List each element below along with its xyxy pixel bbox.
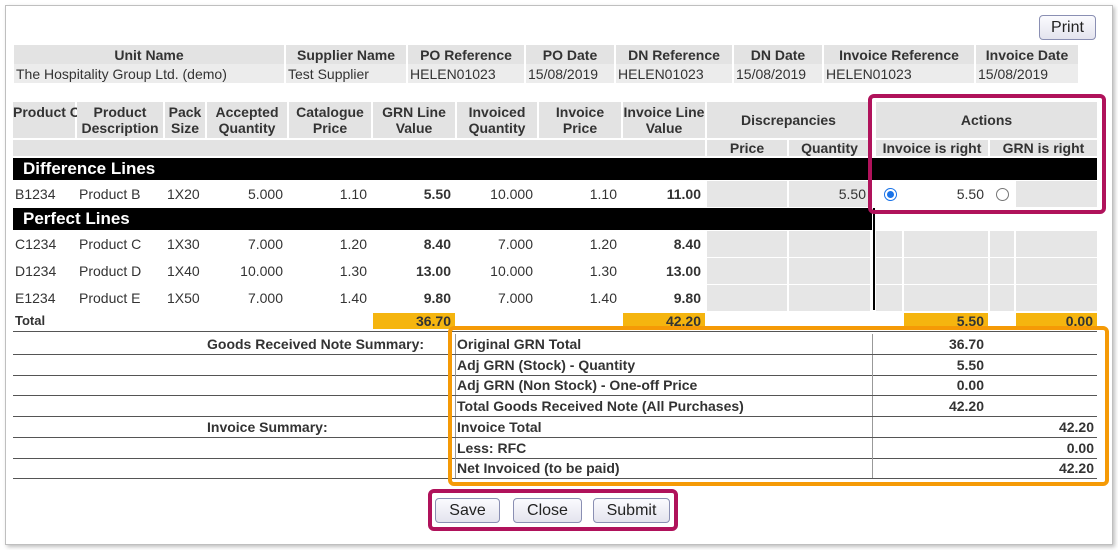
- cell-desc: Product C: [79, 236, 142, 252]
- col-dn-date: DN Date: [734, 45, 822, 64]
- cell-action-invoice-value: [904, 231, 988, 257]
- cell-invv: 9.80: [673, 290, 701, 306]
- col-po-reference: PO Reference: [408, 45, 524, 64]
- cell-pack: 1X40: [167, 263, 200, 279]
- cell-invq: 7.000: [497, 290, 533, 306]
- cell-invv: 13.00: [665, 263, 701, 279]
- perfect-lines-band: Perfect Lines: [13, 208, 872, 230]
- unit-name-value: The Hospitality Group Ltd. (demo): [14, 64, 284, 83]
- submit-button[interactable]: Submit: [593, 498, 670, 523]
- cell-cat: 1.30: [339, 263, 367, 279]
- save-button[interactable]: Save: [435, 498, 500, 523]
- dn-reference-value: HELEN01023: [616, 64, 732, 83]
- hdr-product-code: Product Code: [13, 102, 105, 138]
- hdr-invoice-price: Invoice Price: [539, 102, 621, 138]
- po-date-value: 15/08/2019: [526, 64, 614, 83]
- col-supplier-name: Supplier Name: [286, 45, 406, 64]
- hdr-spacer: [13, 140, 705, 156]
- hdr-pack-size: Pack Size: [165, 102, 205, 138]
- hdr-grn-line-value: GRN Line Value: [373, 102, 455, 138]
- total-label: Total: [15, 313, 46, 328]
- cell-action-invoice-radio: [876, 231, 902, 257]
- hdr-accepted-quantity: Accepted Quantity: [207, 102, 287, 138]
- hdr-discrepancies: Discrepancies: [707, 102, 870, 138]
- cell-action-invoice-radio: [876, 258, 902, 284]
- cell-acc: 10.000: [240, 263, 283, 279]
- cell-code: D1234: [15, 263, 57, 279]
- cell-pack: 1X20: [167, 186, 200, 202]
- total-grn: 36.70: [373, 313, 455, 329]
- cell-invp: 1.20: [589, 236, 617, 252]
- cell-action-grn-radio: [990, 285, 1014, 311]
- cell-disc-qty: 5.50: [789, 181, 870, 207]
- cell-disc-qty: [789, 231, 870, 257]
- cell-action-invoice-value: [904, 258, 988, 284]
- cell-disc-qty: [789, 285, 870, 311]
- cell-grn: 8.40: [423, 236, 451, 252]
- cell-desc: Product D: [79, 263, 142, 279]
- cell-cat: 1.20: [339, 236, 367, 252]
- supplier-name-value: Test Supplier: [286, 64, 406, 83]
- cell-action-invoice-value: [904, 285, 988, 311]
- actions-divider: [873, 208, 875, 310]
- cell-invq: 10.000: [490, 263, 533, 279]
- cell-invv: 8.40: [673, 236, 701, 252]
- dn-date-value: 15/08/2019: [734, 64, 822, 83]
- invoice-reference-value: HELEN01023: [824, 64, 974, 83]
- cell-disc-price: [707, 285, 787, 311]
- cell-action-invoice-radio: [876, 285, 902, 311]
- cell-acc: 7.000: [247, 290, 283, 306]
- cell-desc: Product E: [79, 290, 141, 306]
- cell-invp: 1.10: [589, 186, 617, 202]
- cell-invp: 1.30: [589, 263, 617, 279]
- close-button[interactable]: Close: [513, 498, 582, 523]
- cell-grn: 9.80: [423, 290, 451, 306]
- col-unit-name: Unit Name: [14, 45, 284, 64]
- col-invoice-reference: Invoice Reference: [824, 45, 974, 64]
- cell-invq: 10.000: [490, 186, 533, 202]
- cell-acc: 7.000: [247, 236, 283, 252]
- col-dn-reference: DN Reference: [616, 45, 732, 64]
- cell-action-grn-value: [1016, 258, 1097, 284]
- cell-code: C1234: [15, 236, 57, 252]
- actions-highlight: [868, 94, 1106, 214]
- cell-grn: 5.50: [423, 186, 451, 202]
- hdr-catalogue-price: Catalogue Price: [289, 102, 371, 138]
- hdr-product-description: Product Description: [77, 102, 163, 138]
- cell-action-grn-radio: [990, 258, 1014, 284]
- cell-grn: 13.00: [415, 263, 451, 279]
- cell-cat: 1.40: [339, 290, 367, 306]
- cell-invp: 1.40: [589, 290, 617, 306]
- po-reference-value: HELEN01023: [408, 64, 524, 83]
- document-header: Unit Name Supplier Name PO Reference PO …: [12, 45, 1080, 83]
- col-po-date: PO Date: [526, 45, 614, 64]
- cell-invv: 11.00: [666, 186, 701, 202]
- invoice-summary-heading: Invoice Summary:: [207, 419, 328, 435]
- cell-invq: 7.000: [497, 236, 533, 252]
- cell-code: E1234: [15, 290, 56, 306]
- grn-summary-heading: Goods Received Note Summary:: [207, 336, 425, 352]
- cell-acc: 5.000: [247, 186, 283, 202]
- cell-pack: 1X30: [167, 236, 200, 252]
- cell-cat: 1.10: [339, 186, 367, 202]
- hdr-disc-quantity: Quantity: [789, 140, 870, 156]
- print-button[interactable]: Print: [1039, 15, 1096, 40]
- cell-disc-price: [707, 231, 787, 257]
- cell-action-grn-value: [1016, 231, 1097, 257]
- cell-disc-price: [707, 258, 787, 284]
- cell-code: B1234: [15, 186, 56, 202]
- hdr-disc-price: Price: [707, 140, 787, 156]
- cell-disc-qty: [789, 258, 870, 284]
- invoice-date-value: 15/08/2019: [976, 64, 1078, 83]
- cell-pack: 1X50: [167, 290, 200, 306]
- hdr-invoiced-quantity: Invoiced Quantity: [457, 102, 537, 138]
- cell-action-grn-value: [1016, 285, 1097, 311]
- cell-desc: Product B: [79, 186, 141, 202]
- hdr-invoice-line-value: Invoice Line Value: [623, 102, 705, 138]
- cell-disc-price: [707, 181, 787, 207]
- col-invoice-date: Invoice Date: [976, 45, 1078, 64]
- summary-highlight: [448, 326, 1109, 486]
- cell-action-grn-radio: [990, 231, 1014, 257]
